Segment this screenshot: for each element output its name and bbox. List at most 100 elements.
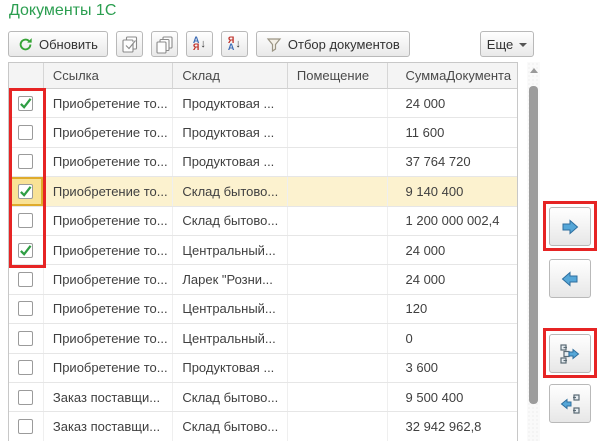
set-all-checkboxes-button[interactable] (115, 31, 143, 57)
cell-sklad[interactable]: Продуктовая ... (173, 89, 288, 118)
cell-pomeshchenie[interactable] (288, 89, 388, 118)
row-checkbox[interactable] (18, 125, 34, 141)
row-checkbox[interactable] (18, 183, 34, 199)
row-checkbox-cell[interactable] (9, 89, 44, 118)
table-row[interactable]: Приобретение то... Продуктовая ... 3 600 (9, 353, 518, 383)
table-row[interactable]: Приобретение то... Продуктовая ... 24 00… (9, 89, 518, 119)
table-row[interactable]: Приобретение то... Центральный... 24 000 (9, 235, 518, 266)
move-left-button[interactable] (549, 259, 591, 298)
table-row[interactable]: Приобретение то... Склад бытово... 9 140… (9, 177, 518, 207)
table-row[interactable]: Приобретение то... Продуктовая ... 37 76… (9, 147, 518, 178)
row-checkbox-cell[interactable] (9, 382, 44, 412)
cell-summa[interactable]: 11 600 (388, 118, 518, 146)
row-checkbox[interactable] (18, 213, 34, 229)
cell-summa[interactable]: 24 000 (388, 89, 518, 117)
row-checkbox[interactable] (18, 95, 34, 111)
cell-summa[interactable]: 9 500 400 (388, 383, 518, 411)
cell-ssylka[interactable]: Приобретение то... (44, 265, 174, 294)
cell-sklad[interactable]: Склад бытово... (173, 177, 288, 206)
cell-ssylka[interactable]: Приобретение то... (44, 177, 174, 206)
cell-sklad[interactable]: Продуктовая ... (173, 118, 288, 147)
cell-sklad[interactable]: Продуктовая ... (173, 353, 288, 382)
row-checkbox-cell[interactable] (9, 412, 44, 441)
cell-pomeshchenie[interactable] (288, 265, 388, 294)
cell-sklad[interactable]: Склад бытово... (173, 206, 288, 235)
move-right-button[interactable] (549, 207, 591, 246)
table-row[interactable]: Заказ поставщи... Склад бытово... 9 500 … (9, 382, 518, 413)
table-row[interactable]: Приобретение то... Продуктовая ... 11 60… (9, 118, 518, 148)
row-checkbox[interactable] (18, 330, 34, 346)
row-checkbox-cell[interactable] (9, 294, 44, 324)
more-button[interactable]: Еще (480, 31, 534, 57)
row-checkbox[interactable] (18, 389, 34, 405)
table-row[interactable]: Заказ поставщи... Склад бытово... 32 942… (9, 412, 517, 441)
cell-ssylka[interactable]: Приобретение то... (44, 89, 174, 118)
cell-summa[interactable]: 32 942 962,8 (388, 412, 518, 440)
vertical-scrollbar[interactable] (527, 62, 540, 441)
cell-pomeshchenie[interactable] (288, 235, 388, 265)
cell-summa[interactable]: 3 600 (388, 354, 518, 382)
row-checkbox-cell[interactable] (9, 147, 44, 177)
cell-ssylka[interactable]: Приобретение то... (44, 353, 174, 382)
header-ssylka[interactable]: Ссылка (43, 63, 174, 89)
header-sklad[interactable]: Склад (173, 63, 288, 89)
row-checkbox-cell[interactable] (9, 118, 44, 147)
table-row[interactable]: Приобретение то... Центральный... 120 (9, 294, 518, 325)
row-checkbox[interactable] (18, 301, 34, 317)
cell-pomeshchenie[interactable] (288, 294, 388, 324)
row-checkbox-cell[interactable] (9, 353, 44, 382)
move-all-right-button[interactable] (549, 334, 591, 373)
cell-sklad[interactable]: Центральный... (173, 294, 288, 324)
cell-pomeshchenie[interactable] (288, 324, 388, 353)
cell-pomeshchenie[interactable] (288, 353, 388, 382)
row-checkbox[interactable] (18, 360, 34, 376)
row-checkbox[interactable] (18, 154, 34, 170)
cell-sklad[interactable]: Продуктовая ... (173, 147, 288, 177)
clear-all-checkboxes-button[interactable] (150, 31, 178, 57)
cell-pomeshchenie[interactable] (288, 177, 388, 206)
table-row[interactable]: Приобретение то... Ларек "Розни... 24 00… (9, 265, 518, 295)
header-summa[interactable]: СуммаДокумента (387, 63, 518, 89)
row-checkbox[interactable] (18, 418, 34, 434)
sort-descending-button[interactable]: Я А ↓ (220, 31, 248, 57)
cell-summa[interactable]: 24 000 (388, 265, 518, 293)
cell-ssylka[interactable]: Приобретение то... (44, 118, 174, 147)
row-checkbox-cell[interactable] (9, 324, 44, 353)
cell-summa[interactable]: 24 000 (388, 236, 518, 264)
cell-pomeshchenie[interactable] (288, 147, 388, 177)
cell-ssylka[interactable]: Приобретение то... (44, 324, 174, 353)
cell-summa[interactable]: 0 (388, 324, 518, 352)
row-checkbox[interactable] (18, 272, 34, 288)
cell-ssylka[interactable]: Приобретение то... (44, 206, 174, 235)
cell-summa[interactable]: 9 140 400 (388, 177, 518, 205)
table-row[interactable]: Приобретение то... Центральный... 0 (9, 324, 518, 354)
row-checkbox-cell[interactable] (9, 235, 44, 265)
cell-summa[interactable]: 37 764 720 (388, 148, 518, 176)
move-all-left-button[interactable] (549, 384, 591, 423)
filter-documents-button[interactable]: Отбор документов (255, 31, 410, 57)
row-checkbox-cell[interactable] (9, 206, 44, 235)
cell-ssylka[interactable]: Приобретение то... (44, 147, 174, 177)
cell-pomeshchenie[interactable] (288, 206, 388, 235)
sort-ascending-button[interactable]: А Я ↓ (185, 31, 213, 57)
cell-pomeshchenie[interactable] (288, 412, 388, 441)
refresh-button[interactable]: Обновить (8, 31, 108, 57)
row-checkbox-cell[interactable] (9, 177, 44, 206)
cell-sklad[interactable]: Центральный... (173, 324, 288, 353)
cell-summa[interactable]: 120 (388, 295, 518, 323)
scrollbar-up-arrow-icon[interactable] (530, 68, 538, 73)
cell-pomeshchenie[interactable] (288, 118, 388, 147)
cell-ssylka[interactable]: Приобретение то... (44, 294, 174, 324)
cell-ssylka[interactable]: Заказ поставщи... (44, 382, 174, 412)
scrollbar-thumb[interactable] (529, 86, 538, 404)
cell-summa[interactable]: 1 200 000 002,4 (388, 207, 518, 235)
cell-pomeshchenie[interactable] (288, 382, 388, 412)
header-pomeshchenie[interactable]: Помещение (287, 63, 388, 89)
table-row[interactable]: Приобретение то... Склад бытово... 1 200… (9, 206, 518, 236)
row-checkbox-cell[interactable] (9, 265, 44, 294)
cell-sklad[interactable]: Ларек "Розни... (173, 265, 288, 294)
cell-ssylka[interactable]: Приобретение то... (44, 235, 174, 265)
cell-sklad[interactable]: Склад бытово... (173, 412, 288, 441)
cell-sklad[interactable]: Центральный... (173, 235, 288, 265)
row-checkbox[interactable] (18, 242, 34, 258)
